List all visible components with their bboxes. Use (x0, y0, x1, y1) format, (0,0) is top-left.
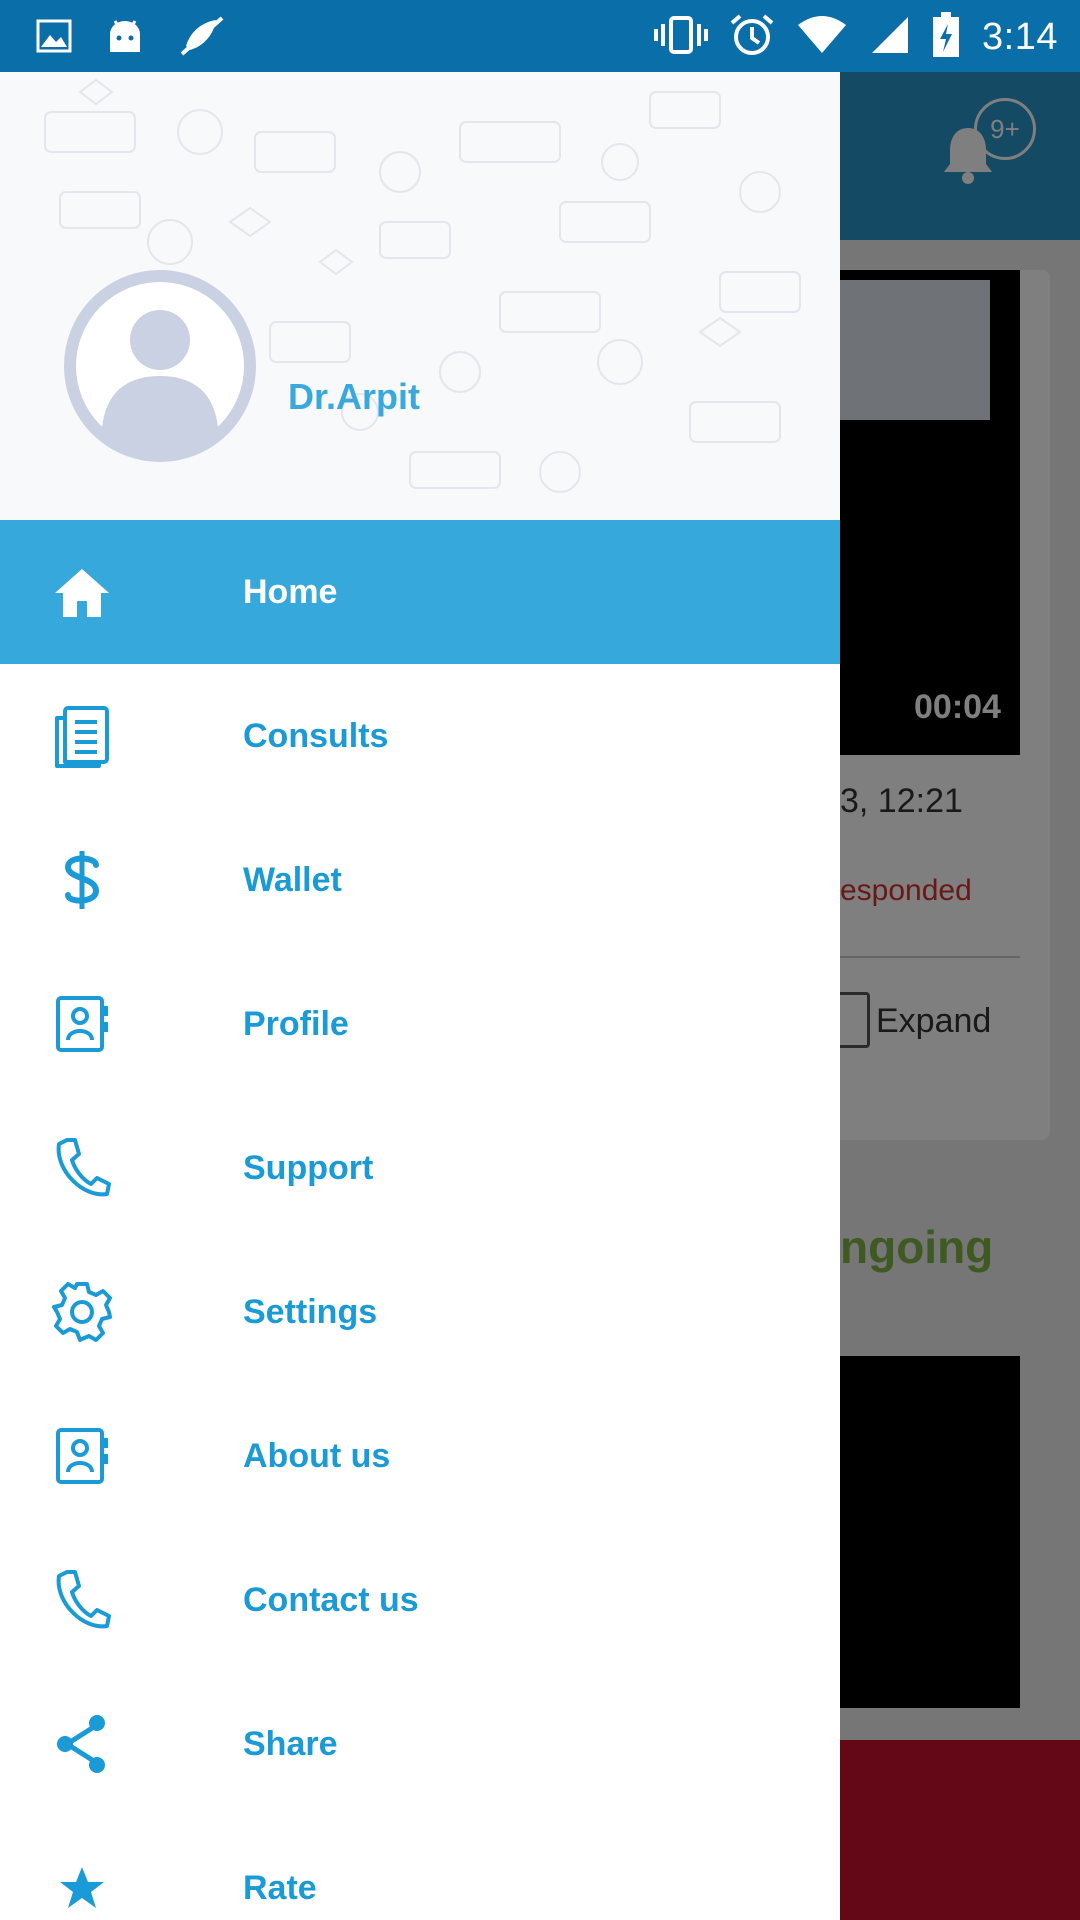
contact-card-icon (50, 992, 114, 1056)
user-name: Dr.Arpit (288, 376, 421, 417)
image-icon (36, 19, 72, 58)
drawer-header: Dr.Arpit (0, 72, 840, 520)
signal-icon (870, 15, 910, 60)
share-icon (50, 1712, 114, 1776)
menu-item-label: Support (243, 1148, 374, 1187)
menu-item-about-us[interactable]: About us (0, 1384, 840, 1528)
home-icon (50, 560, 114, 624)
phone-icon (50, 1568, 114, 1632)
clock: 3:14 (982, 16, 1058, 58)
document-icon (50, 704, 114, 768)
dollar-icon (50, 848, 114, 912)
menu-item-home[interactable]: Home (0, 520, 840, 664)
menu-item-consults[interactable]: Consults (0, 664, 840, 808)
vibrate-icon (654, 14, 709, 61)
menu-item-label: Settings (243, 1292, 378, 1331)
menu-item-label: Share (243, 1724, 338, 1763)
menu-item-settings[interactable]: Settings (0, 1240, 840, 1384)
menu-item-label: Wallet (243, 860, 342, 899)
menu-item-wallet[interactable]: Wallet (0, 808, 840, 952)
menu-item-label: Contact us (243, 1580, 419, 1619)
avatar[interactable] (62, 268, 258, 464)
drawer-menu: Home Consults Wallet Profile Support Set… (0, 520, 840, 1920)
menu-item-label: Home (243, 572, 338, 611)
menu-item-profile[interactable]: Profile (0, 952, 840, 1096)
menu-item-label: Profile (243, 1004, 349, 1043)
wifi-icon (796, 15, 848, 60)
android-icon (106, 18, 144, 59)
battery-charging-icon (932, 12, 960, 63)
menu-item-label: Rate (243, 1868, 317, 1907)
phone-icon (50, 1136, 114, 1200)
alarm-icon (730, 13, 774, 62)
menu-item-share[interactable]: Share (0, 1672, 840, 1816)
menu-item-label: About us (243, 1436, 391, 1475)
menu-item-label: Consults (243, 716, 389, 755)
mute-icon (178, 14, 226, 63)
navigation-drawer: Dr.Arpit Home Consults Wallet Profile Su… (0, 72, 840, 1920)
contact-card-icon (50, 1424, 114, 1488)
menu-item-rate[interactable]: Rate (0, 1816, 840, 1920)
menu-item-contact-us[interactable]: Contact us (0, 1528, 840, 1672)
menu-item-support[interactable]: Support (0, 1096, 840, 1240)
gear-icon (50, 1280, 114, 1344)
status-bar: 3:14 (0, 0, 1080, 72)
star-icon (50, 1856, 114, 1920)
